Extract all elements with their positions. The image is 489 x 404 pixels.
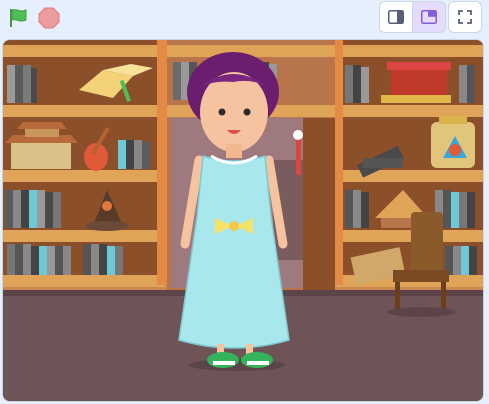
stop-icon [38, 7, 60, 29]
green-flag-button[interactable] [5, 5, 31, 31]
small-stage-icon [388, 10, 404, 24]
stop-button[interactable] [36, 5, 62, 31]
green-flag-icon [10, 9, 27, 27]
stage-canvas[interactable] [2, 39, 484, 402]
right-bookshelf [335, 40, 483, 287]
library-backdrop [3, 40, 483, 401]
left-bookshelf [3, 40, 167, 287]
fullscreen-button[interactable] [448, 1, 482, 33]
fullscreen-icon [458, 10, 472, 24]
stage-header [0, 0, 489, 38]
normal-stage-icon [421, 10, 437, 24]
small-stage-button[interactable] [379, 1, 413, 33]
normal-stage-button[interactable] [412, 1, 446, 33]
